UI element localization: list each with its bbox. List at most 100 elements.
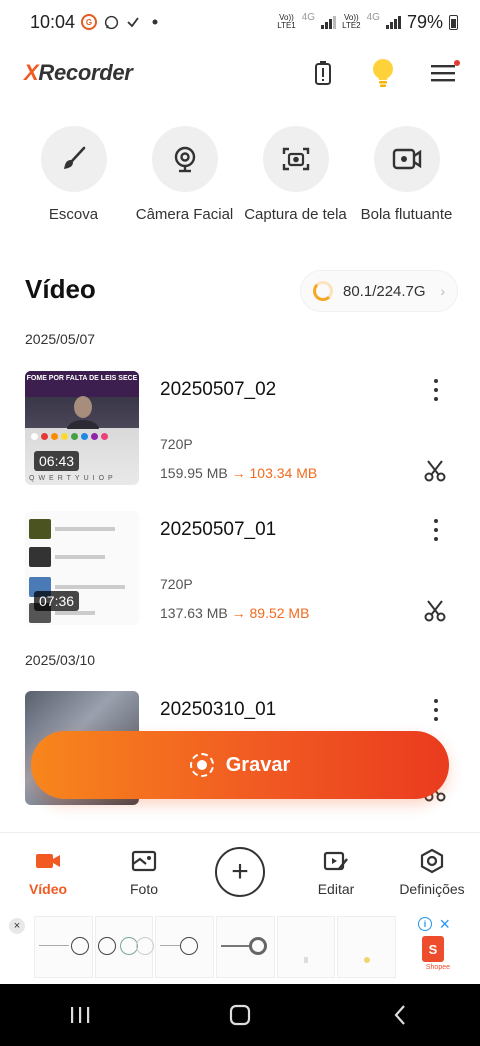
network-type-1: 4G bbox=[301, 11, 316, 23]
screenshot-button[interactable] bbox=[262, 126, 329, 192]
video-item[interactable]: FOME POR FALTA DE LEIS SECE QWERTYUIOP 0… bbox=[25, 371, 455, 485]
signal-1-icon bbox=[321, 15, 337, 29]
storage-usage-button[interactable]: 80.1/224.7G › bbox=[300, 270, 458, 312]
tool-label: Câmera Facial bbox=[135, 206, 234, 223]
thumbnail-keyboard: QWERTYUIOP bbox=[29, 475, 117, 482]
menu-button[interactable] bbox=[430, 58, 460, 88]
video-resolution: 720P bbox=[160, 576, 193, 592]
tool-label: Bola flutuante bbox=[360, 206, 453, 223]
bottom-navigation: Vídeo Foto + Editar Definições bbox=[0, 832, 480, 910]
ad-brand-label: Shopee bbox=[425, 964, 450, 971]
network-type-2: 4G bbox=[366, 11, 380, 23]
nav-edit[interactable]: Editar bbox=[288, 847, 384, 897]
storage-text: 80.1/224.7G bbox=[343, 282, 426, 300]
video-camera-icon bbox=[36, 853, 60, 868]
more-options-button[interactable] bbox=[431, 379, 441, 401]
floating-ball-button[interactable] bbox=[373, 126, 440, 192]
section-title: Vídeo bbox=[25, 274, 96, 304]
tool-label: Escova bbox=[48, 206, 99, 223]
tools-row: Escova Câmera Facial Captura de tela Bol… bbox=[0, 126, 480, 223]
brush-button[interactable] bbox=[40, 126, 107, 192]
thumbnail-banner: FOME POR FALTA DE LEIS SECE bbox=[25, 371, 139, 397]
nav-label: Editar bbox=[317, 880, 355, 897]
tool-floating-ball[interactable]: Bola flutuante bbox=[352, 126, 462, 223]
webcam-icon bbox=[174, 146, 195, 173]
ad-banner[interactable]: × i × S Shopee bbox=[0, 912, 480, 982]
nav-add[interactable]: + bbox=[192, 846, 288, 897]
arrow-right-icon: → bbox=[231, 605, 246, 621]
notification-dot bbox=[454, 60, 460, 66]
video-duration: 07:36 bbox=[34, 591, 80, 611]
edit-video-icon bbox=[323, 851, 348, 870]
nav-settings[interactable]: Definições bbox=[384, 847, 480, 897]
facecam-button[interactable] bbox=[151, 126, 218, 192]
nav-label: Vídeo bbox=[28, 880, 68, 897]
tips-button[interactable] bbox=[370, 58, 396, 88]
dot-icon bbox=[147, 14, 163, 30]
arrow-right-icon: → bbox=[231, 465, 246, 481]
lightbulb-icon bbox=[373, 59, 393, 87]
size-original: 159.95 MB bbox=[160, 465, 228, 481]
floating-ball-icon bbox=[392, 148, 421, 170]
app-header: XRecorder bbox=[0, 50, 480, 96]
more-options-button[interactable] bbox=[431, 519, 441, 541]
ad-close-button[interactable]: × bbox=[9, 918, 25, 934]
ad-info-icon[interactable]: i bbox=[418, 917, 432, 931]
recent-apps-button[interactable] bbox=[50, 1005, 110, 1025]
status-bar: 10:04 G Vo)) LTE1 4G Vo)) LTE2 4G 79% bbox=[0, 0, 480, 44]
photo-icon bbox=[131, 850, 157, 871]
record-icon bbox=[189, 753, 214, 777]
more-options-button[interactable] bbox=[431, 699, 441, 721]
video-size: 159.95 MB → 103.34 MB bbox=[160, 465, 317, 481]
battery-icon bbox=[449, 14, 458, 30]
home-icon bbox=[229, 1004, 251, 1026]
volte2-indicator: Vo)) LTE2 bbox=[342, 13, 361, 30]
ad-dismiss-button[interactable]: × bbox=[439, 914, 450, 935]
video-name[interactable]: 20250310_01 bbox=[160, 699, 276, 721]
tool-brush[interactable]: Escova bbox=[19, 126, 129, 223]
signal-2-icon bbox=[385, 15, 401, 29]
plus-icon: + bbox=[215, 846, 265, 897]
thumbnail-person bbox=[67, 396, 99, 429]
settings-icon bbox=[420, 848, 444, 873]
app-logo: XRecorder bbox=[24, 60, 133, 85]
back-button[interactable] bbox=[370, 1004, 430, 1026]
nav-label: Foto bbox=[129, 880, 158, 897]
video-duration: 06:43 bbox=[34, 451, 80, 471]
home-button[interactable] bbox=[210, 1004, 270, 1026]
brush-icon bbox=[63, 146, 85, 169]
shopee-logo-icon[interactable]: S bbox=[422, 936, 444, 962]
volte1-indicator: Vo)) LTE1 bbox=[277, 13, 296, 30]
scissors-icon[interactable] bbox=[423, 459, 447, 483]
video-size: 137.63 MB → 89.52 MB bbox=[160, 605, 309, 621]
size-compressed: 103.34 MB bbox=[249, 465, 318, 481]
video-item[interactable]: 07:36 20250507_01 720P 137.63 MB → 89.52… bbox=[25, 511, 455, 625]
record-button[interactable]: Gravar bbox=[31, 731, 449, 799]
size-compressed: 89.52 MB bbox=[249, 605, 310, 621]
size-original: 137.63 MB bbox=[160, 605, 228, 621]
nav-photo[interactable]: Foto bbox=[96, 847, 192, 897]
tool-screenshot[interactable]: Captura de tela bbox=[241, 126, 351, 223]
video-name[interactable]: 20250507_02 bbox=[160, 379, 276, 401]
battery-alert-button[interactable] bbox=[310, 58, 336, 88]
clock: 10:04 bbox=[30, 11, 76, 32]
battery-percent: 79% bbox=[406, 11, 443, 32]
video-name[interactable]: 20250507_01 bbox=[160, 519, 276, 541]
video-thumbnail[interactable]: FOME POR FALTA DE LEIS SECE QWERTYUIOP 0… bbox=[25, 371, 139, 485]
chevron-right-icon: › bbox=[440, 283, 445, 299]
notification-app-icon: G bbox=[81, 14, 98, 30]
battery-alert-icon bbox=[315, 61, 331, 85]
nav-label: Definições bbox=[399, 880, 465, 897]
whatsapp-icon bbox=[103, 14, 119, 30]
date-header: 2025/03/10 bbox=[25, 652, 96, 668]
scissors-icon[interactable] bbox=[423, 599, 447, 623]
nav-video[interactable]: Vídeo bbox=[0, 847, 96, 897]
video-thumbnail[interactable]: 07:36 bbox=[25, 511, 139, 625]
ad-image-strip[interactable] bbox=[34, 916, 397, 978]
screenshot-icon bbox=[282, 147, 309, 171]
video-resolution: 720P bbox=[160, 436, 193, 452]
back-icon bbox=[394, 1005, 405, 1025]
tool-facecam[interactable]: Câmera Facial bbox=[130, 126, 240, 223]
date-header: 2025/05/07 bbox=[25, 331, 96, 347]
hamburger-menu-icon bbox=[431, 65, 455, 82]
